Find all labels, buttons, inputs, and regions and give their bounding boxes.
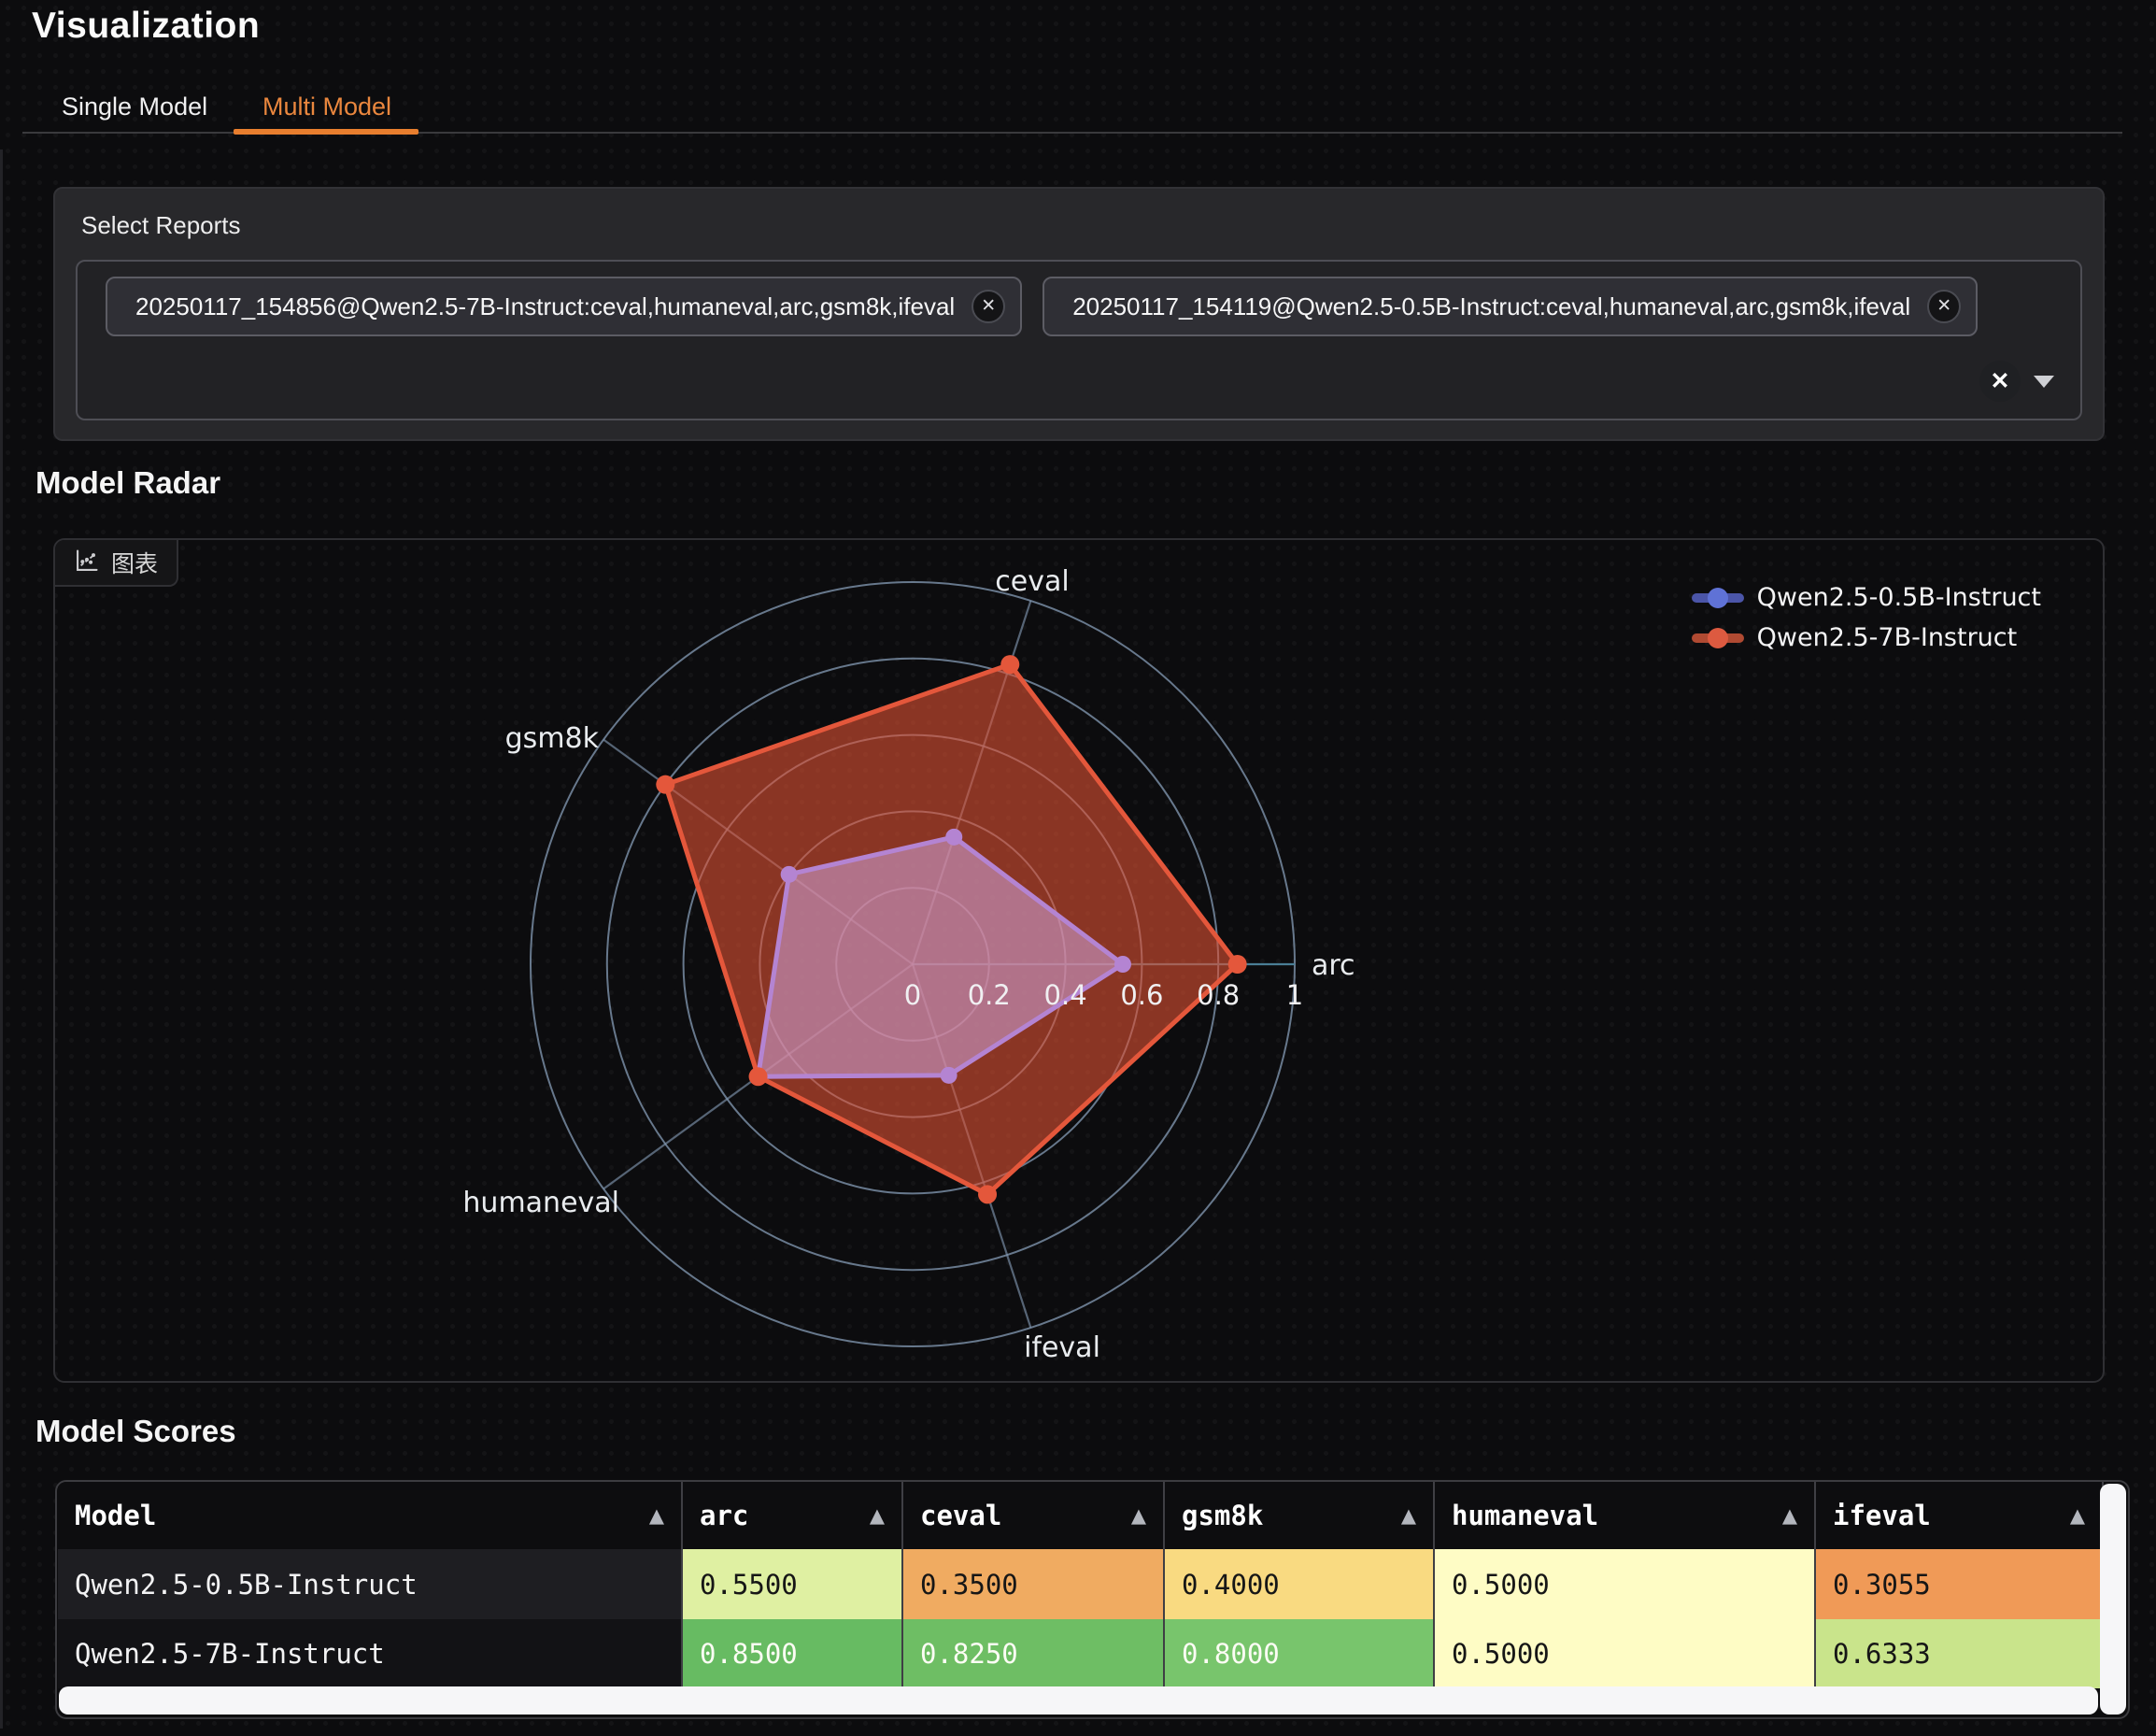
column-header-label: ifeval (1833, 1500, 1931, 1531)
table-row: Qwen2.5-7B-Instruct0.85000.82500.80000.5… (58, 1619, 2104, 1688)
scatter-chart-icon (74, 548, 100, 578)
score-cell: 0.8500 (683, 1619, 903, 1688)
column-header-label: gsm8k (1182, 1500, 1263, 1531)
remove-tag-icon[interactable]: ✕ (1927, 290, 1961, 323)
model-radar-heading: Model Radar (35, 465, 220, 501)
legend-label: Qwen2.5-0.5B-Instruct (1757, 583, 2041, 612)
horizontal-scrollbar[interactable] (59, 1686, 2098, 1715)
tab-single-model[interactable]: Single Model (62, 86, 207, 127)
model-name-cell: Qwen2.5-0.5B-Instruct (58, 1549, 683, 1619)
score-cell: 0.8250 (903, 1619, 1165, 1688)
score-cell: 0.8000 (1165, 1619, 1435, 1688)
report-tag[interactable]: 20250117_154119@Qwen2.5-0.5B-Instruct:ce… (1043, 277, 1978, 336)
select-reports-panel: Select Reports 20250117_154856@Qwen2.5-7… (53, 187, 2105, 441)
radar-plot-panel: 0 0.2 0.4 0.6 0.8 1 arc ceval gsm8k humaneval ifev… (53, 538, 2105, 1383)
column-header-ceval[interactable]: ceval ▲ (903, 1482, 1165, 1549)
select-reports-label: Select Reports (81, 211, 241, 240)
model-scores-table-panel: Model ▲ arc ▲ ceval ▲ gsm8k ▲ humaneval ▲ ifeval ▲ Q… (55, 1480, 2130, 1719)
legend-item[interactable]: Qwen2.5-7B-Instruct (1692, 623, 2041, 652)
svg-text:ifeval: ifeval (1024, 1331, 1100, 1364)
column-header-gsm8k[interactable]: gsm8k ▲ (1165, 1482, 1435, 1549)
score-cell: 0.5000 (1435, 1549, 1816, 1619)
plot-tab[interactable]: 图表 (55, 540, 178, 587)
tab-multi-model[interactable]: Multi Model (262, 86, 391, 127)
column-header-label: ceval (920, 1500, 1001, 1531)
page-left-edge (0, 149, 3, 1729)
column-header-label: arc (700, 1500, 748, 1531)
multiselect-controls: ✕ (1979, 361, 2054, 402)
score-cell: 0.3055 (1816, 1549, 2104, 1619)
sort-ascending-icon[interactable]: ▲ (870, 1504, 885, 1527)
sort-ascending-icon[interactable]: ▲ (1782, 1504, 1797, 1527)
svg-text:0: 0 (904, 979, 921, 1011)
sort-ascending-icon[interactable]: ▲ (1401, 1504, 1416, 1527)
page-title: Visualization (32, 6, 260, 47)
model-scores-heading: Model Scores (35, 1414, 236, 1449)
score-cell: 0.5500 (683, 1549, 903, 1619)
plot-tab-label: 图表 (111, 546, 158, 579)
svg-text:0.8: 0.8 (1197, 979, 1240, 1011)
score-cell: 0.6333 (1816, 1619, 2104, 1688)
score-cell: 0.4000 (1165, 1549, 1435, 1619)
reports-multiselect[interactable]: 20250117_154856@Qwen2.5-7B-Instruct:ceva… (76, 260, 2082, 420)
svg-text:1: 1 (1286, 979, 1303, 1011)
sort-ascending-icon[interactable]: ▲ (2070, 1504, 2085, 1527)
score-cell: 0.3500 (903, 1549, 1165, 1619)
model-name-cell: Qwen2.5-7B-Instruct (58, 1619, 683, 1688)
model-scores-table: Model ▲ arc ▲ ceval ▲ gsm8k ▲ humaneval ▲ ifeval ▲ Q… (58, 1482, 2104, 1688)
chart-legend: Qwen2.5-0.5B-Instruct Qwen2.5-7B-Instruct (1692, 583, 2041, 652)
svg-text:ceval: ceval (995, 565, 1069, 598)
column-header-label: humaneval (1452, 1500, 1598, 1531)
report-tag[interactable]: 20250117_154856@Qwen2.5-7B-Instruct:ceva… (106, 277, 1022, 336)
column-header-model[interactable]: Model ▲ (58, 1482, 683, 1549)
sort-ascending-icon[interactable]: ▲ (649, 1504, 664, 1527)
svg-text:0.6: 0.6 (1120, 979, 1163, 1011)
svg-text:gsm8k: gsm8k (505, 722, 600, 755)
vertical-scrollbar[interactable] (2100, 1484, 2126, 1715)
chevron-down-icon[interactable] (2034, 376, 2054, 388)
sort-ascending-icon[interactable]: ▲ (1131, 1504, 1146, 1527)
column-header-ifeval[interactable]: ifeval ▲ (1816, 1482, 2104, 1549)
column-header-label: Model (75, 1500, 156, 1531)
active-tab-underline (234, 129, 418, 135)
svg-text:humaneval: humaneval (462, 1187, 619, 1219)
report-tag-label: 20250117_154856@Qwen2.5-7B-Instruct:ceva… (135, 292, 955, 321)
svg-text:0.4: 0.4 (1044, 979, 1087, 1011)
remove-tag-icon[interactable]: ✕ (972, 290, 1005, 323)
legend-line-icon (1692, 586, 1744, 610)
radar-chart: 0 0.2 0.4 0.6 0.8 1 arc ceval gsm8k humaneval ifev… (55, 540, 2103, 1381)
legend-label: Qwen2.5-7B-Instruct (1757, 623, 2018, 652)
score-cell: 0.5000 (1435, 1619, 1816, 1688)
selected-report-tags: 20250117_154856@Qwen2.5-7B-Instruct:ceva… (106, 277, 1978, 336)
clear-all-icon[interactable]: ✕ (1979, 361, 2021, 402)
legend-item[interactable]: Qwen2.5-0.5B-Instruct (1692, 583, 2041, 612)
report-tag-label: 20250117_154119@Qwen2.5-0.5B-Instruct:ce… (1072, 292, 1910, 321)
svg-text:0.2: 0.2 (968, 979, 1011, 1011)
column-header-humaneval[interactable]: humaneval ▲ (1435, 1482, 1816, 1549)
legend-line-icon (1692, 626, 1744, 650)
svg-text:arc: arc (1312, 949, 1355, 982)
tabbar: Single Model Multi Model (0, 86, 2156, 138)
column-header-arc[interactable]: arc ▲ (683, 1482, 903, 1549)
table-row: Qwen2.5-0.5B-Instruct0.55000.35000.40000… (58, 1549, 2104, 1619)
